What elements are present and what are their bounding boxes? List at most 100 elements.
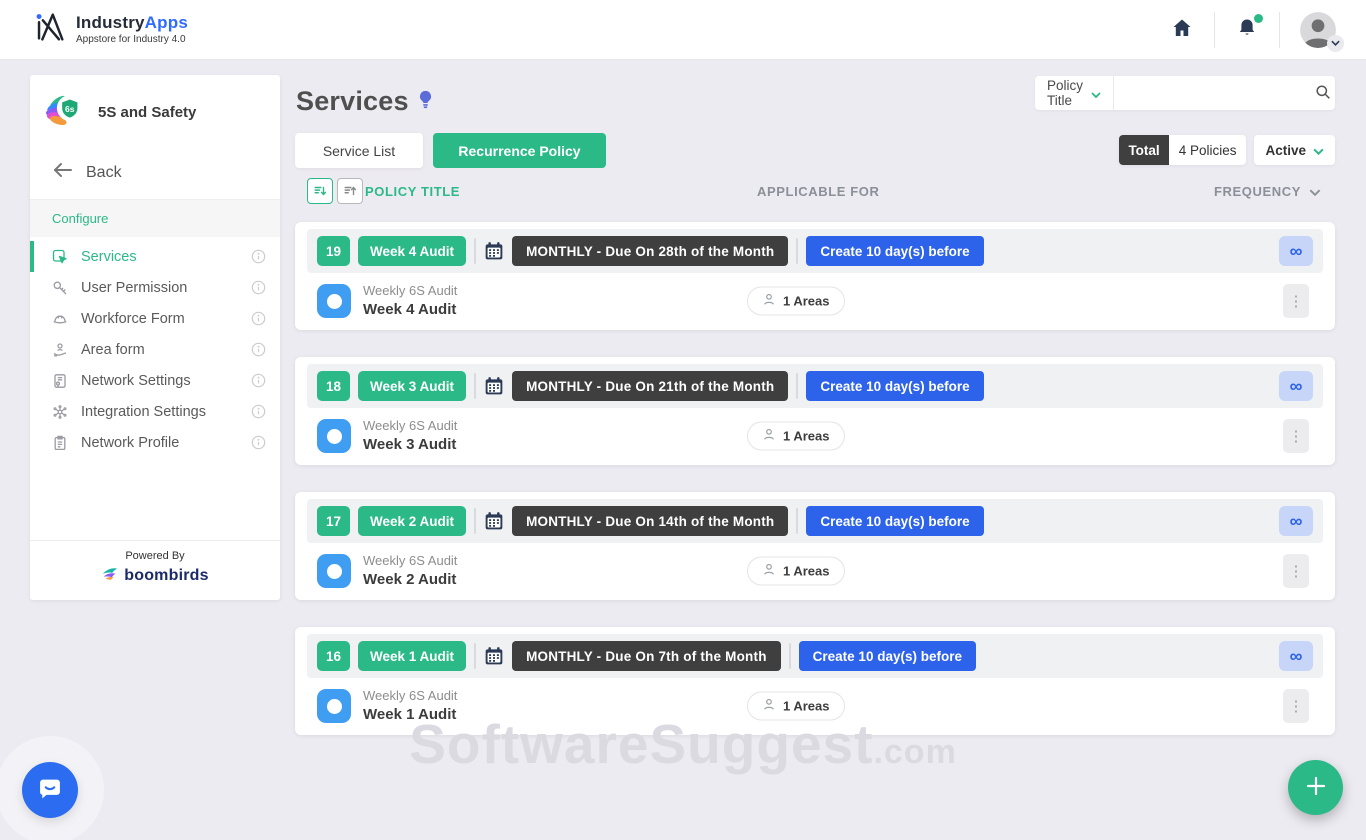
avatar-chevron-icon[interactable] [1327, 35, 1344, 52]
policy-card-body: Weekly 6S Audit Week 2 Audit 1 Areas ⋮ [307, 543, 1323, 599]
divider [474, 238, 476, 264]
industryapps-logo[interactable]: IndustryApps Appstore for Industry 4.0 [30, 8, 188, 51]
policy-name-badge: Week 2 Audit [358, 506, 466, 536]
sort-ascending-button[interactable] [337, 178, 363, 204]
calendar-icon [484, 241, 504, 261]
kebab-menu-button[interactable]: ⋮ [1283, 284, 1309, 318]
search-filter-label: Policy Title [1047, 78, 1083, 108]
areas-chip[interactable]: 1 Areas [747, 692, 845, 721]
policy-card-body: Weekly 6S Audit Week 3 Audit 1 Areas ⋮ [307, 408, 1323, 464]
main-content: Services Policy Title Service List Recur… [295, 60, 1335, 840]
infinity-icon: ∞ [1290, 647, 1303, 665]
calendar-icon [484, 376, 504, 396]
policy-name-badge: Week 4 Audit [358, 236, 466, 266]
kebab-menu-button[interactable]: ⋮ [1283, 419, 1309, 453]
sidebar-item-workforce-form[interactable]: Workforce Form [30, 303, 280, 334]
add-policy-button[interactable] [1288, 760, 1343, 815]
kebab-menu-button[interactable]: ⋮ [1283, 554, 1309, 588]
boombirds-label: boombirds [124, 567, 208, 585]
areas-chip[interactable]: 1 Areas [747, 287, 845, 316]
sidebar-item-area-form[interactable]: Area form [30, 334, 280, 365]
chevron-down-icon [1309, 184, 1321, 199]
divider [1214, 12, 1215, 48]
search-icon [1315, 84, 1331, 103]
sidebar-item-integration-settings[interactable]: Integration Settings [30, 396, 280, 427]
policy-band: 18 Week 3 Audit MONTHLY - Due On 21th of… [307, 364, 1323, 408]
policy-list: 19 Week 4 Audit MONTHLY - Due On 28th of… [295, 222, 1335, 762]
service-name: Weekly 6S Audit [363, 552, 457, 570]
scroll-icon [52, 372, 69, 389]
table-header: POLICY TITLE APPLICABLE FOR FREQUENCY [295, 178, 1335, 206]
boombirds-brand[interactable]: boombirds [30, 564, 280, 587]
chat-widget-button[interactable] [22, 762, 78, 818]
info-icon[interactable] [251, 280, 266, 295]
service-app-icon [317, 284, 351, 318]
tab-service-list[interactable]: Service List [295, 133, 423, 168]
sidebar-item-network-profile[interactable]: Network Profile [30, 427, 280, 458]
policy-name-badge: Week 3 Audit [358, 371, 466, 401]
areas-chip[interactable]: 1 Areas [747, 557, 845, 586]
sidebar-item-services[interactable]: Services [30, 241, 280, 272]
clipboard-icon [52, 434, 69, 451]
policy-id-badge: 16 [317, 641, 350, 671]
policy-card-body: Weekly 6S Audit Week 1 Audit 1 Areas ⋮ [307, 678, 1323, 734]
sidebar-nav: Services User Permission Workforce Form … [30, 237, 280, 458]
home-button[interactable] [1170, 16, 1194, 43]
kebab-menu-button[interactable]: ⋮ [1283, 689, 1309, 723]
info-icon[interactable] [251, 373, 266, 388]
info-icon[interactable] [251, 311, 266, 326]
arrow-left-icon [52, 162, 72, 183]
search-filter-select[interactable]: Policy Title [1035, 76, 1114, 110]
services-icon [52, 248, 69, 265]
area-icon [52, 341, 69, 358]
areas-chip[interactable]: 1 Areas [747, 422, 845, 451]
divider [1279, 12, 1280, 48]
service-name: Weekly 6S Audit [363, 687, 457, 705]
policies-count: 4 Policies [1169, 135, 1247, 165]
policy-card-body: Weekly 6S Audit Week 4 Audit 1 Areas ⋮ [307, 273, 1323, 329]
policy-id-badge: 17 [317, 506, 350, 536]
industryapps-logo-icon [30, 8, 68, 51]
search-button[interactable] [1311, 84, 1341, 103]
create-rule-badge: Create 10 day(s) before [806, 236, 983, 266]
divider [796, 238, 798, 264]
recurrence-infinity-button[interactable]: ∞ [1279, 641, 1313, 671]
column-frequency[interactable]: FREQUENCY [1214, 184, 1321, 199]
home-icon [1170, 16, 1194, 43]
helmet-icon [52, 310, 69, 327]
sort-descending-button[interactable] [307, 178, 333, 204]
policy-title-text: Week 2 Audit [363, 570, 457, 590]
frequency-badge: MONTHLY - Due On 14th of the Month [512, 506, 788, 536]
plus-icon [1305, 773, 1327, 803]
info-icon[interactable] [251, 342, 266, 357]
recurrence-infinity-button[interactable]: ∞ [1279, 371, 1313, 401]
calendar-icon [484, 646, 504, 666]
policy-card: 19 Week 4 Audit MONTHLY - Due On 28th of… [295, 222, 1335, 330]
info-icon[interactable] [251, 249, 266, 264]
policy-id-badge: 19 [317, 236, 350, 266]
notification-dot [1254, 14, 1263, 23]
search-input[interactable] [1114, 76, 1311, 110]
status-filter-select[interactable]: Active [1254, 135, 1335, 165]
sidebar-item-user-permission[interactable]: User Permission [30, 272, 280, 303]
recurrence-infinity-button[interactable]: ∞ [1279, 506, 1313, 536]
divider [474, 373, 476, 399]
policy-title-text: Week 1 Audit [363, 705, 457, 725]
create-rule-badge: Create 10 day(s) before [806, 371, 983, 401]
tab-recurrence-policy[interactable]: Recurrence Policy [433, 133, 606, 168]
summary-bar: Total 4 Policies Active [1119, 135, 1335, 165]
notifications-button[interactable] [1235, 16, 1259, 43]
info-icon[interactable] [251, 404, 266, 419]
areas-count: 1 Areas [783, 564, 830, 579]
bulb-icon[interactable] [418, 90, 433, 115]
frequency-badge: MONTHLY - Due On 21th of the Month [512, 371, 788, 401]
info-icon[interactable] [251, 435, 266, 450]
column-applicable-for: APPLICABLE FOR [757, 184, 880, 199]
sidebar-item-network-settings[interactable]: Network Settings [30, 365, 280, 396]
areas-count: 1 Areas [783, 699, 830, 714]
recurrence-infinity-button[interactable]: ∞ [1279, 236, 1313, 266]
back-button[interactable]: Back [30, 148, 280, 200]
top-bar: IndustryApps Appstore for Industry 4.0 [0, 0, 1366, 60]
policy-card: 17 Week 2 Audit MONTHLY - Due On 14th of… [295, 492, 1335, 600]
divider [796, 373, 798, 399]
